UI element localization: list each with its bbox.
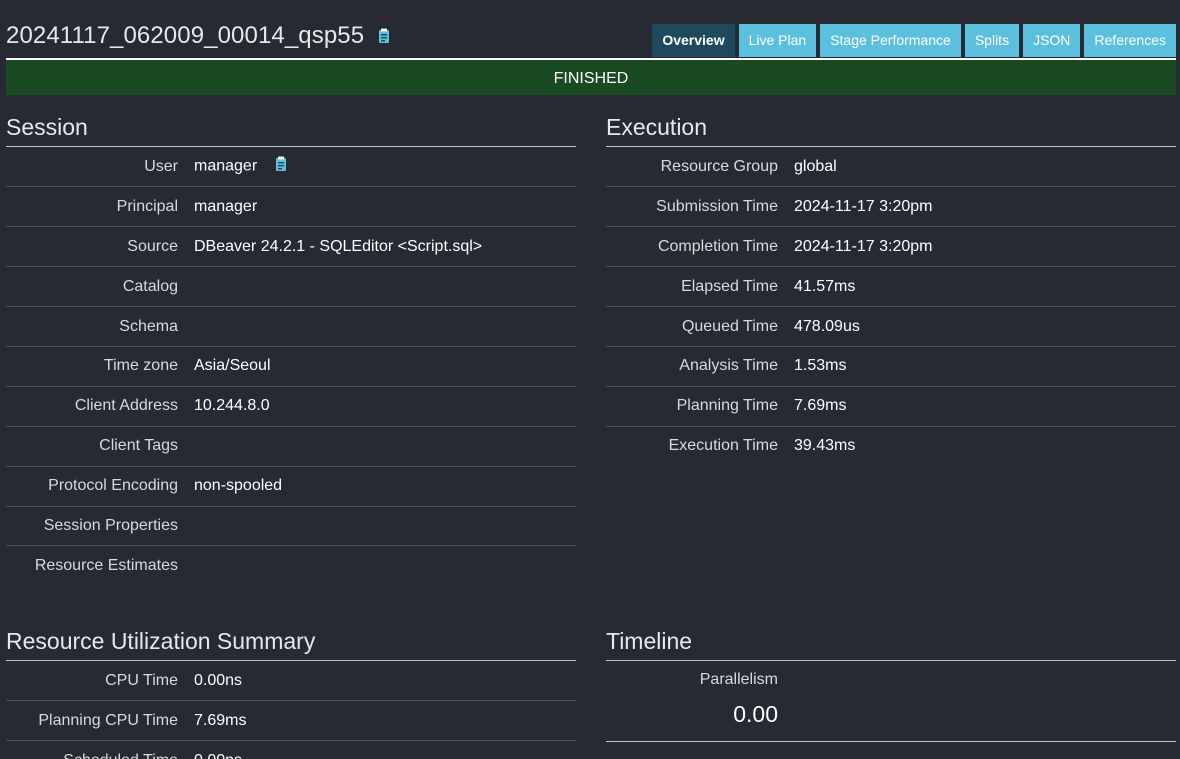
- table-row: Queued Time 478.09us: [606, 307, 1176, 347]
- table-row: Scheduled Time 0.00ns: [6, 741, 576, 759]
- tab-stage-performance[interactable]: Stage Performance: [820, 24, 961, 57]
- parallelism-label: Parallelism: [699, 671, 778, 688]
- table-row: Catalog: [6, 267, 576, 307]
- row-key: Client Address: [74, 397, 178, 415]
- resource-summary-table: CPU Time 0.00ns Planning CPU Time 7.69ms…: [6, 661, 576, 759]
- row-value: DBeaver 24.2.1 - SQLEditor <Script.sql>: [194, 237, 483, 255]
- table-row: Resource Estimates: [6, 546, 576, 586]
- query-id-title: 20241117_062009_00014_qsp55: [6, 22, 391, 51]
- row-value: manager: [194, 197, 258, 215]
- row-key: Execution Time: [668, 437, 778, 455]
- table-row: Client Tags: [6, 426, 576, 467]
- session-section: Session User manager Principal manager S…: [6, 112, 576, 586]
- row-key: Resource Estimates: [34, 557, 178, 575]
- row-value: [194, 506, 576, 546]
- table-row: CPU Time 0.00ns: [6, 661, 576, 701]
- table-row: Planning CPU Time 7.69ms: [6, 701, 576, 741]
- table-row: Planning Time 7.69ms: [606, 386, 1176, 427]
- tab-live-plan[interactable]: Live Plan: [738, 24, 817, 57]
- parallelism-block: Parallelism 0.00: [606, 661, 1176, 742]
- resource-summary-heading: Resource Utilization Summary: [6, 626, 576, 661]
- row-key: User: [144, 157, 178, 175]
- row-value: [194, 426, 576, 466]
- parallelism-value: 0.00: [733, 701, 778, 727]
- query-id: 20241117_062009_00014_qsp55: [6, 22, 365, 49]
- row-key: Source: [127, 237, 178, 255]
- table-row: Completion Time 2024-11-17 3:20pm: [606, 227, 1176, 267]
- row-value: [194, 267, 576, 307]
- row-key: Resource Group: [660, 157, 778, 175]
- session-heading: Session: [6, 112, 576, 147]
- row-key: Client Tags: [99, 437, 178, 455]
- query-detail-page: 20241117_062009_00014_qsp55 Overview Liv…: [0, 0, 1180, 759]
- table-row: Session Properties: [6, 506, 576, 546]
- row-value: manager: [194, 147, 576, 187]
- row-value: 1.53ms: [794, 357, 847, 375]
- row-key: Principal: [116, 197, 178, 215]
- tab-overview[interactable]: Overview: [652, 24, 735, 57]
- row-value: [194, 307, 576, 347]
- row-value: 2024-11-17 3:20pm: [794, 237, 933, 255]
- table-row: Time zone Asia/Seoul: [6, 346, 576, 387]
- row-key: Elapsed Time: [681, 277, 778, 295]
- row-key: Analysis Time: [679, 357, 778, 375]
- table-row: Protocol Encoding non-spooled: [6, 466, 576, 507]
- row-value: Asia/Seoul: [194, 357, 271, 375]
- table-row: Resource Group global: [606, 147, 1176, 187]
- row-key: Protocol Encoding: [48, 477, 178, 495]
- row-key: Planning Time: [676, 397, 778, 415]
- row-value: 0.00ns: [194, 671, 243, 689]
- table-row: Client Address 10.244.8.0: [6, 386, 576, 427]
- row-key: Queued Time: [681, 317, 778, 335]
- clipboard-icon[interactable]: [377, 23, 391, 51]
- row-key: Planning CPU Time: [38, 711, 178, 729]
- row-key: Scheduled Time: [6, 741, 194, 759]
- row-value: 41.57ms: [794, 277, 856, 295]
- table-row: Source DBeaver 24.2.1 - SQLEditor <Scrip…: [6, 227, 576, 267]
- tab-json[interactable]: JSON: [1023, 24, 1081, 57]
- row-key: Submission Time: [656, 197, 778, 215]
- table-row: Execution Time 39.43ms: [606, 426, 1176, 466]
- row-value: 478.09us: [794, 317, 860, 335]
- row-value: global: [794, 157, 837, 175]
- row-value: non-spooled: [194, 477, 283, 495]
- row-value: 7.69ms: [194, 711, 247, 729]
- row-key: CPU Time: [105, 671, 178, 689]
- row-value: 10.244.8.0: [194, 397, 270, 415]
- execution-table: Resource Group global Submission Time 20…: [606, 147, 1176, 466]
- user-value: manager: [194, 157, 258, 175]
- row-value: 7.69ms: [794, 397, 847, 415]
- timeline-section: Timeline Parallelism 0.00: [606, 626, 1176, 742]
- resource-summary-section: Resource Utilization Summary CPU Time 0.…: [6, 626, 576, 759]
- tab-splits[interactable]: Splits: [964, 24, 1020, 57]
- table-row: Submission Time 2024-11-17 3:20pm: [606, 187, 1176, 227]
- table-row: Schema: [6, 307, 576, 347]
- execution-heading: Execution: [606, 112, 1176, 147]
- row-key: Schema: [119, 317, 178, 335]
- row-key: Session Properties: [43, 516, 178, 534]
- tab-references[interactable]: References: [1084, 24, 1176, 57]
- timeline-heading: Timeline: [606, 626, 1176, 661]
- row-key: Completion Time: [657, 237, 778, 255]
- row-value: 0.00ns: [194, 741, 576, 759]
- row-value: [194, 546, 576, 586]
- table-row: Analysis Time 1.53ms: [606, 346, 1176, 387]
- row-key: Time zone: [103, 357, 178, 375]
- row-value: 39.43ms: [794, 437, 856, 455]
- table-row: Principal manager: [6, 187, 576, 227]
- query-status-banner: FINISHED: [6, 58, 1176, 95]
- row-key: Catalog: [122, 277, 178, 295]
- row-value: 2024-11-17 3:20pm: [794, 197, 933, 215]
- clipboard-icon[interactable]: [274, 156, 288, 177]
- session-table: User manager Principal manager Source DB…: [6, 147, 576, 586]
- table-row: Elapsed Time 41.57ms: [606, 267, 1176, 307]
- table-row: User manager: [6, 147, 576, 187]
- detail-tabs: Overview Live Plan Stage Performance Spl…: [652, 24, 1176, 57]
- execution-section: Execution Resource Group global Submissi…: [606, 112, 1176, 466]
